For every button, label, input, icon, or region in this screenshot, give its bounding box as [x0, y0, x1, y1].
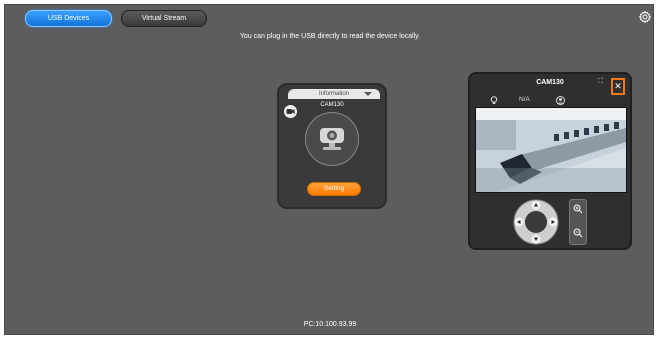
- pan-tilt-dpad[interactable]: [513, 199, 559, 245]
- app-window: USB Devices Virtual Stream You can plug …: [4, 4, 654, 335]
- tab-usb-devices[interactable]: USB Devices: [25, 10, 112, 27]
- status-text: N/A: [519, 96, 530, 103]
- close-preview-button[interactable]: ✕: [611, 78, 625, 95]
- lightbulb-icon[interactable]: [490, 96, 498, 105]
- fullscreen-icon[interactable]: ⛶: [598, 78, 603, 86]
- info-header-label: Information: [318, 91, 349, 97]
- camera-video-feed: [475, 107, 627, 193]
- preview-toolbar: N/A: [476, 95, 626, 106]
- zoom-out-icon[interactable]: [573, 228, 583, 238]
- tab-virtual-stream[interactable]: Virtual Stream: [121, 10, 207, 27]
- usb-hint-text: You can plug in the USB directly to read…: [239, 33, 421, 40]
- zoom-control: [569, 199, 587, 245]
- webcam-icon: [305, 112, 359, 166]
- camera-preview-panel: CAM130 ⛶ ✕ N/A: [468, 72, 632, 250]
- chevron-down-icon: [364, 92, 372, 96]
- info-dropdown[interactable]: Information: [288, 89, 380, 99]
- device-info-card: Information CAM130 Setting: [277, 83, 387, 209]
- gear-icon[interactable]: [639, 11, 651, 23]
- zoom-in-icon[interactable]: [573, 204, 583, 214]
- close-icon: ✕: [614, 81, 622, 91]
- preview-title: CAM130: [536, 79, 564, 86]
- user-icon[interactable]: [556, 96, 565, 105]
- pc-ip-address: PC:10.100.93.99: [303, 321, 357, 328]
- setting-button[interactable]: Setting: [307, 182, 361, 196]
- info-camera-name: CAM130: [320, 102, 344, 108]
